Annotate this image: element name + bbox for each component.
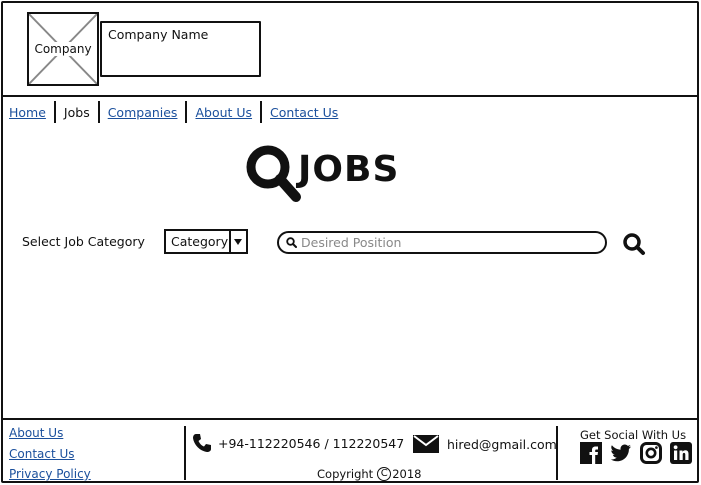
footer-link-privacy[interactable]: Privacy Policy: [9, 464, 91, 485]
position-search-input[interactable]: [301, 235, 591, 250]
footer-phone: +94-112220546 / 112220547: [192, 433, 404, 453]
search-icon: [286, 237, 297, 248]
copyright: Copyright C 2018: [317, 467, 421, 481]
nav-link-jobs[interactable]: Jobs: [64, 105, 90, 120]
phone-icon: [193, 434, 211, 452]
search-icon: [623, 233, 645, 255]
nav-item-jobs[interactable]: Jobs: [56, 101, 98, 123]
footer-email-text[interactable]: hired@gmail.com: [447, 437, 557, 452]
page-title: JOBS: [244, 143, 399, 203]
nav-item-contact[interactable]: Contact Us: [262, 101, 346, 123]
copyright-label: Copyright: [317, 467, 374, 481]
footer-link-about[interactable]: About Us: [9, 423, 91, 444]
nav-link-home[interactable]: Home: [9, 105, 46, 120]
footer-divider: [184, 426, 186, 480]
footer-email: hired@gmail.com: [413, 435, 557, 453]
main-nav: Home Jobs Companies About Us Contact Us: [8, 100, 346, 124]
envelope-icon: [413, 435, 439, 453]
category-dropdown[interactable]: Category: [164, 229, 248, 254]
copyright-icon: C: [377, 467, 392, 481]
social-icons: [580, 442, 692, 464]
search-icon: [246, 145, 301, 202]
category-label: Select Job Category: [22, 234, 145, 249]
search-button[interactable]: [620, 230, 648, 258]
nav-link-companies[interactable]: Companies: [108, 105, 178, 120]
instagram-icon[interactable]: [640, 442, 662, 464]
nav-item-about[interactable]: About Us: [187, 101, 260, 123]
nav-link-contact[interactable]: Contact Us: [270, 105, 338, 120]
social-title: Get Social With Us: [580, 428, 687, 442]
footer-link-contact[interactable]: Contact Us: [9, 444, 91, 465]
position-search-field[interactable]: [277, 231, 607, 254]
footer-links: About Us Contact Us Privacy Policy: [9, 423, 91, 485]
category-selected-value: Category: [171, 234, 229, 249]
logo-label: Company: [29, 42, 97, 56]
nav-item-home[interactable]: Home: [8, 101, 54, 123]
footer: About Us Contact Us Privacy Policy +94-1…: [2, 418, 697, 481]
footer-phone-text: +94-112220546 / 112220547: [218, 435, 405, 451]
copyright-year: 2018: [392, 467, 422, 481]
nav-item-companies[interactable]: Companies: [100, 101, 186, 123]
linkedin-icon[interactable]: [670, 442, 692, 464]
chevron-down-icon[interactable]: [229, 231, 246, 252]
footer-divider: [556, 426, 558, 480]
nav-link-about[interactable]: About Us: [195, 105, 252, 120]
twitter-icon[interactable]: [610, 442, 632, 464]
company-logo[interactable]: Company: [27, 12, 99, 86]
company-name: Company Name: [100, 21, 261, 77]
header: Company Company Name: [2, 2, 697, 97]
page-title-text: JOBS: [298, 148, 400, 190]
facebook-icon[interactable]: [580, 442, 602, 464]
